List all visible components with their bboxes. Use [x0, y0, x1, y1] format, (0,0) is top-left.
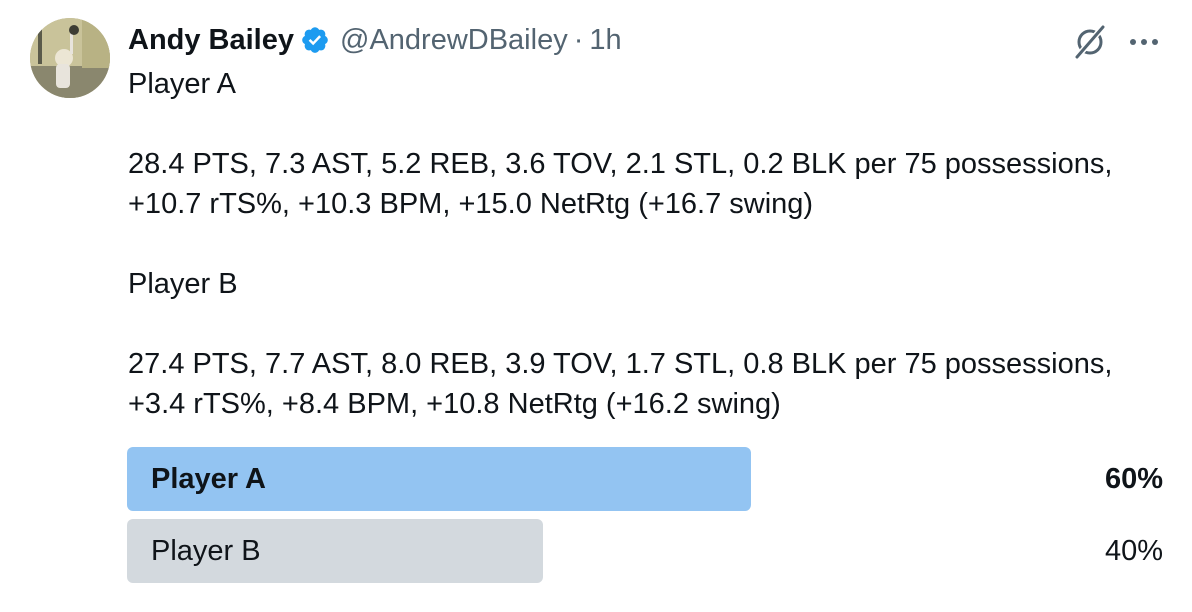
- tweet-text: Player A 28.4 PTS, 7.3 AST, 5.2 REB, 3.6…: [128, 64, 1168, 424]
- more-icon[interactable]: [1124, 22, 1164, 62]
- header-separator: ·: [573, 23, 584, 56]
- tweet-text-line: 28.4 PTS, 7.3 AST, 5.2 REB, 3.6 TOV, 2.1…: [128, 148, 1113, 180]
- tweet-text-line: Player B: [128, 268, 238, 300]
- tweet-text-line: +3.4 rTS%, +8.4 BPM, +10.8 NetRtg (+16.2…: [128, 388, 781, 420]
- tweet: Andy Bailey @AndrewDBailey · 1h Player A…: [0, 0, 1192, 612]
- poll-option-label: Player A: [151, 462, 266, 495]
- avatar-image: [30, 18, 110, 98]
- verified-badge-icon[interactable]: [300, 25, 330, 55]
- display-name[interactable]: Andy Bailey: [128, 24, 294, 57]
- poll-option-player-b[interactable]: Player B 40%: [127, 519, 1167, 583]
- grok-icon[interactable]: [1068, 22, 1112, 62]
- avatar[interactable]: [30, 18, 110, 98]
- tweet-text-line: Player A: [128, 68, 236, 100]
- poll-option-percent: 60%: [1104, 462, 1163, 495]
- tweet-text-line: [128, 224, 1168, 264]
- poll-option-label: Player B: [151, 534, 261, 567]
- timestamp[interactable]: 1h: [589, 24, 621, 57]
- poll-option-player-a[interactable]: Player A 60%: [127, 447, 1167, 511]
- poll: Player A 60% Player B 40%: [127, 447, 1167, 591]
- tweet-text-line: 27.4 PTS, 7.7 AST, 8.0 REB, 3.9 TOV, 1.7…: [128, 348, 1113, 380]
- tweet-header: Andy Bailey @AndrewDBailey · 1h: [128, 20, 622, 60]
- tweet-text-line: +10.7 rTS%, +10.3 BPM, +15.0 NetRtg (+16…: [128, 188, 814, 220]
- tweet-text-line: [128, 104, 1168, 144]
- poll-option-percent: 40%: [1104, 534, 1163, 567]
- tweet-text-line: [128, 304, 1168, 344]
- user-handle[interactable]: @AndrewDBailey: [340, 24, 568, 57]
